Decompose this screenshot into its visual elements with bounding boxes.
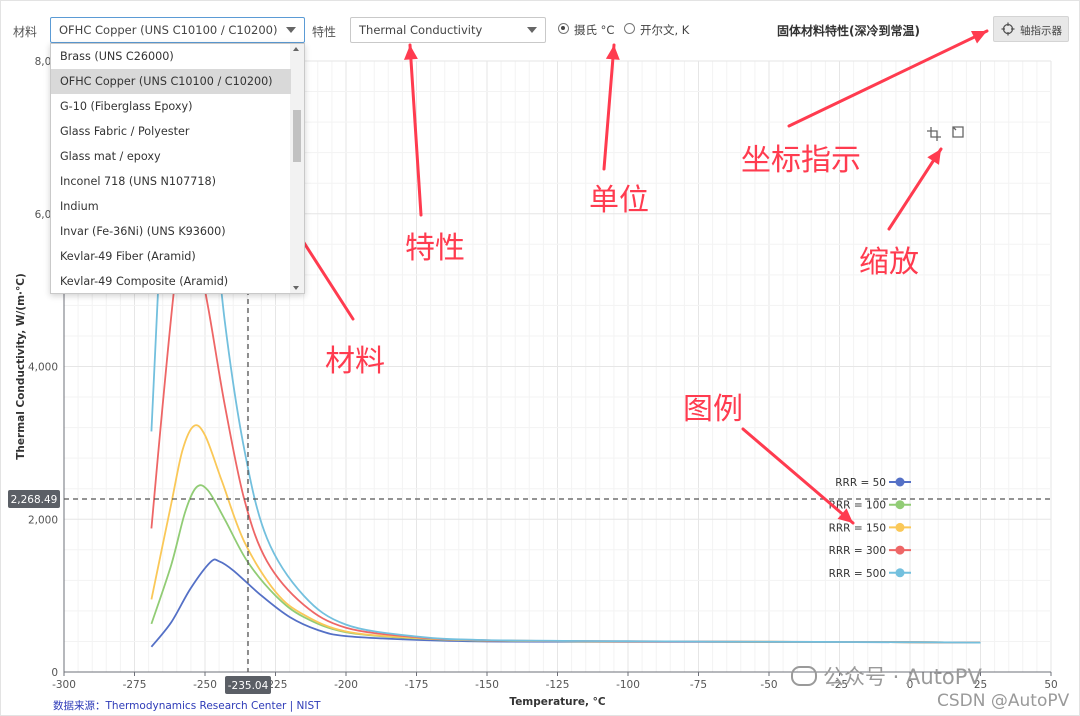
data-source: 数据来源：Thermodynamics Research Center | NI… xyxy=(53,698,321,713)
crosshair-x-label: -235.04 xyxy=(228,680,269,692)
annotation-arrow-property-head xyxy=(403,45,418,60)
dropdown-option[interactable]: Glass Fabric / Polyester xyxy=(51,119,291,144)
annotation-arrow-property xyxy=(408,43,423,217)
legend-marker[interactable] xyxy=(895,477,905,487)
dropdown-option[interactable]: Glass mat / epoxy xyxy=(51,144,291,169)
zoom-icon[interactable] xyxy=(927,127,941,141)
y-tick-label: 0 xyxy=(51,667,58,679)
x-tick-label: -150 xyxy=(475,679,499,691)
annotation-arrow-unit xyxy=(602,43,616,171)
app-window: 材料 OFHC Copper (UNS C10100 / C10200) 特性 … xyxy=(0,0,1080,716)
y-tick-label: 2,000 xyxy=(28,514,58,526)
x-tick-label: 50 xyxy=(1044,679,1057,691)
annotation-arrow-zoom-head xyxy=(927,149,941,165)
dropdown-option[interactable]: Kevlar-49 Composite (Aramid) xyxy=(51,269,291,293)
legend-item-label[interactable]: RRR = 150 xyxy=(829,522,886,534)
dropdown-option[interactable]: Kevlar-49 Fiber (Aramid) xyxy=(51,244,291,269)
annotation-arrow-legend xyxy=(741,427,855,525)
annotation-arrow-unit-head xyxy=(605,45,620,60)
crosshair-y-label: 2,268.49 xyxy=(11,494,58,506)
dropdown-option[interactable]: Brass (UNS C26000) xyxy=(51,44,291,69)
x-tick-label: -75 xyxy=(690,679,707,691)
legend-marker[interactable] xyxy=(895,568,905,578)
dropdown-option[interactable]: G-10 (Fiberglass Epoxy) xyxy=(51,94,291,119)
legend-item-label[interactable]: RRR = 300 xyxy=(829,545,886,557)
dropdown-option[interactable]: Invar (Fe-36Ni) (UNS K93600) xyxy=(51,219,291,244)
legend-marker[interactable] xyxy=(895,500,905,510)
y-axis-title: Thermal Conductivity, W/(m·°C) xyxy=(15,273,27,459)
zoom-reset-icon[interactable] xyxy=(952,126,964,138)
dropdown-scrollbar[interactable] xyxy=(290,44,304,293)
x-tick-label: -300 xyxy=(52,679,76,691)
legend-item-label[interactable]: RRR = 500 xyxy=(829,568,886,580)
dropdown-option[interactable]: Indium xyxy=(51,194,291,219)
x-tick-label: -175 xyxy=(405,679,429,691)
material-dropdown-list[interactable]: Brass (UNS C26000) OFHC Copper (UNS C1010… xyxy=(50,43,305,294)
x-tick-label: -50 xyxy=(760,679,777,691)
annotation-legend: 图例 xyxy=(683,392,743,427)
dropdown-option[interactable]: Inconel 718 (UNS N107718) xyxy=(51,169,291,194)
watermark-wechat: 公众号 · AutoPV xyxy=(791,661,982,691)
legend-marker[interactable] xyxy=(895,545,905,555)
scroll-up-icon[interactable] xyxy=(293,47,299,51)
annotation-material: 材料 xyxy=(325,344,385,379)
y-tick-label: 4,000 xyxy=(28,362,58,374)
data-source-prefix: 数据来源： xyxy=(53,700,106,712)
annotation-arrow-axis-pointer xyxy=(787,29,989,128)
x-tick-label: -200 xyxy=(334,679,358,691)
dropdown-option[interactable]: OFHC Copper (UNS C10100 / C10200) xyxy=(51,69,291,94)
annotation-property: 特性 xyxy=(405,231,465,266)
annotation-axis-pointer: 坐标指示 xyxy=(741,143,861,178)
legend-marker[interactable] xyxy=(895,522,905,532)
annotation-unit: 单位 xyxy=(589,183,649,218)
x-tick-label: -250 xyxy=(193,679,217,691)
wechat-icon xyxy=(791,666,817,686)
x-tick-label: -275 xyxy=(123,679,147,691)
scrollbar-thumb[interactable] xyxy=(293,110,301,162)
data-source-link[interactable]: Thermodynamics Research Center | NIST xyxy=(106,700,321,712)
x-tick-label: -100 xyxy=(616,679,640,691)
x-tick-label: -125 xyxy=(546,679,570,691)
annotation-zoom: 缩放 xyxy=(859,245,919,280)
watermark-csdn: CSDN @AutoPV xyxy=(937,691,1070,711)
x-axis-title: Temperature, °C xyxy=(509,696,605,708)
scroll-down-icon[interactable] xyxy=(293,286,299,290)
legend-item-label[interactable]: RRR = 50 xyxy=(835,477,886,489)
